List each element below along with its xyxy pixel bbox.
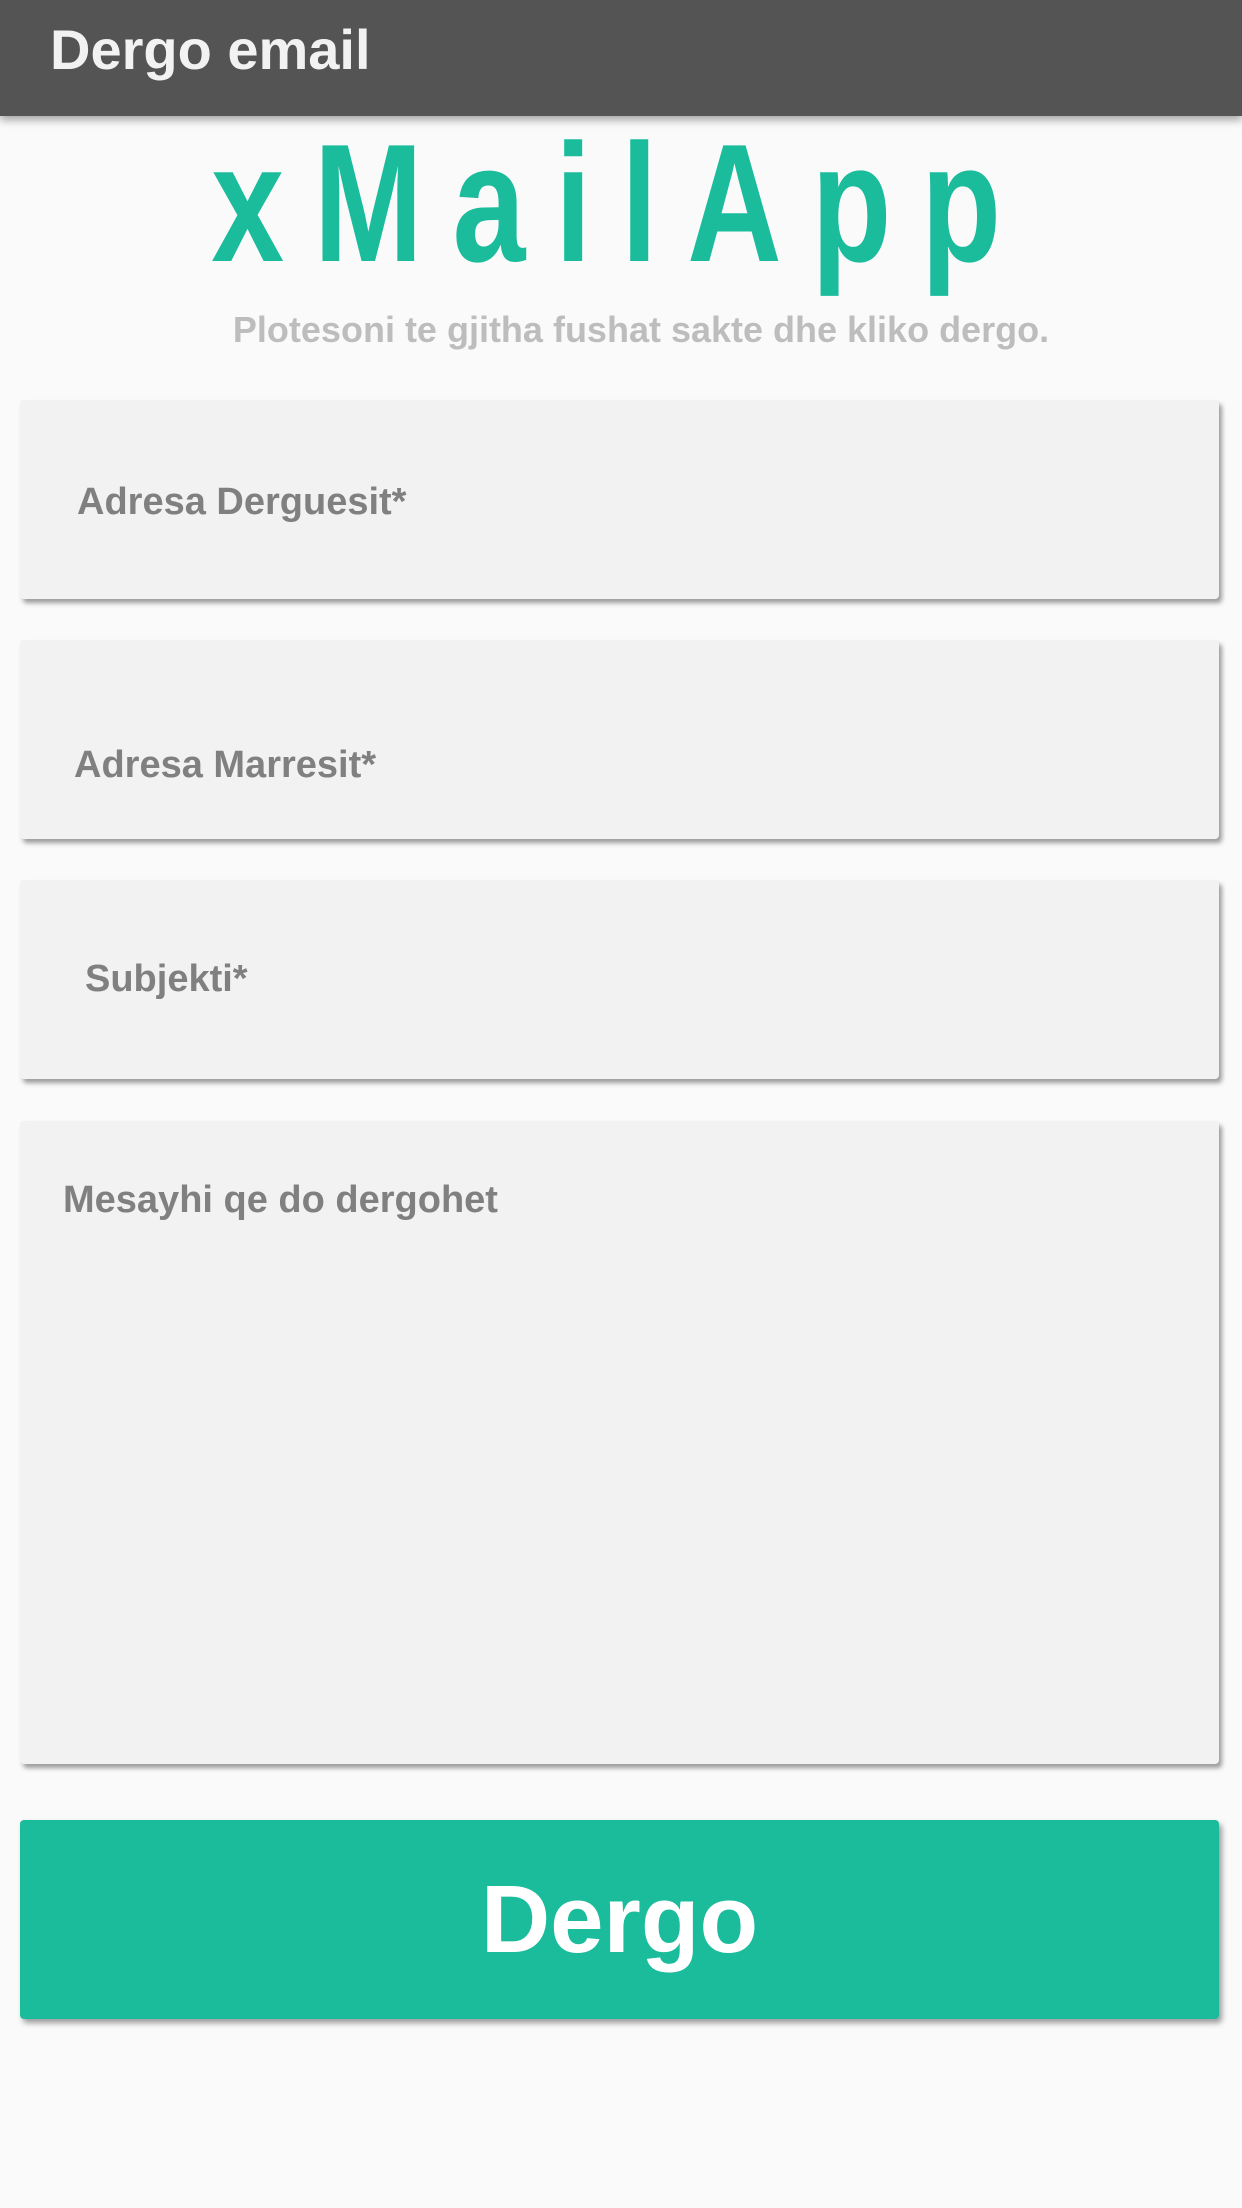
sender-address-field	[20, 400, 1219, 599]
subject-field	[20, 880, 1219, 1079]
send-button[interactable]: Dergo	[20, 1820, 1219, 2019]
message-textarea[interactable]	[20, 1121, 1219, 1764]
app-bar-title: Dergo email	[50, 18, 371, 81]
app-bar: Dergo email	[0, 0, 1242, 116]
instruction-text: Plotesoni te gjitha fushat sakte dhe kli…	[232, 309, 1050, 350]
message-field	[20, 1121, 1219, 1764]
subject-input[interactable]	[20, 880, 1219, 1079]
sender-address-input[interactable]	[20, 400, 1219, 599]
receiver-address-input[interactable]	[20, 640, 1219, 839]
app-logo: xMailApp	[211, 109, 1031, 297]
receiver-address-field	[20, 640, 1219, 839]
